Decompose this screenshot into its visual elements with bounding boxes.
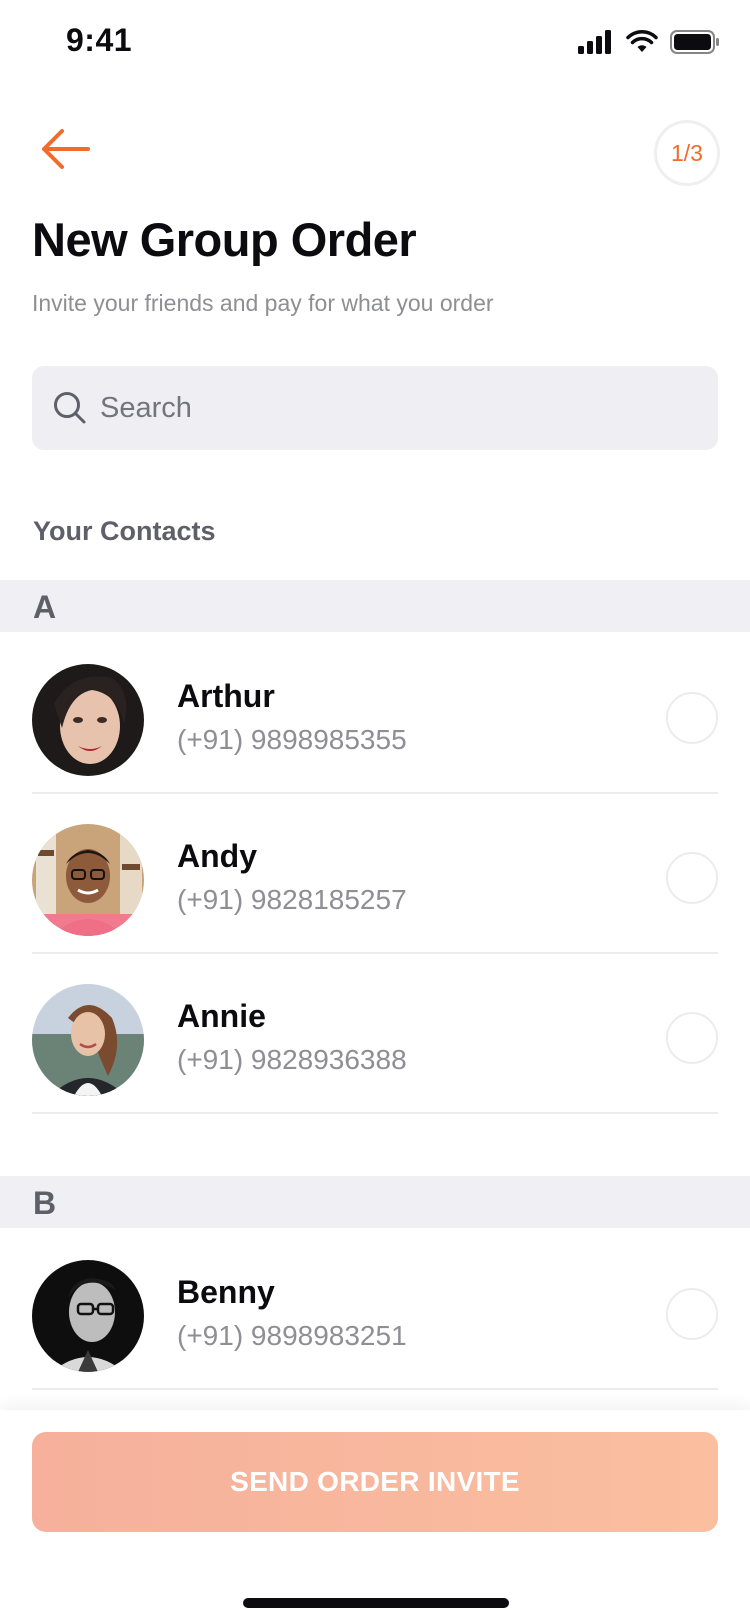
wifi-icon bbox=[626, 30, 658, 52]
contact-name: Andy bbox=[177, 838, 257, 874]
avatar bbox=[32, 984, 144, 1096]
search-input[interactable] bbox=[100, 366, 680, 450]
contacts-section-title: Your Contacts bbox=[33, 516, 216, 546]
cellular-signal-icon bbox=[578, 30, 611, 54]
group-header-b: B bbox=[0, 1176, 750, 1228]
avatar bbox=[32, 1260, 144, 1372]
contact-row-annie[interactable]: Annie (+91) 9828936388 bbox=[32, 952, 718, 1114]
search-box[interactable] bbox=[32, 366, 718, 450]
page-title: New Group Order bbox=[32, 213, 417, 266]
page-subtitle: Invite your friends and pay for what you… bbox=[32, 290, 494, 316]
group-letter: B bbox=[33, 1185, 57, 1221]
avatar bbox=[32, 824, 144, 936]
contact-phone: (+91) 9828936388 bbox=[177, 1044, 407, 1075]
select-radio[interactable] bbox=[666, 852, 718, 904]
step-indicator: 1/3 bbox=[654, 120, 720, 186]
back-button[interactable] bbox=[38, 126, 94, 172]
arrow-left-icon bbox=[42, 129, 90, 169]
contact-phone: (+91) 9898985355 bbox=[177, 724, 407, 755]
group-header-a: A bbox=[0, 580, 750, 632]
group-letter: A bbox=[33, 589, 57, 625]
battery-icon bbox=[670, 30, 719, 54]
contact-phone: (+91) 9898983251 bbox=[177, 1320, 407, 1351]
select-radio[interactable] bbox=[666, 692, 718, 744]
contact-row-benny[interactable]: Benny (+91) 9898983251 bbox=[32, 1228, 718, 1390]
contact-name: Annie bbox=[177, 998, 266, 1034]
bottom-action-panel: SEND ORDER INVITE bbox=[0, 1410, 750, 1624]
select-radio[interactable] bbox=[666, 1012, 718, 1064]
status-time: 9:41 bbox=[66, 22, 133, 58]
search-icon bbox=[54, 392, 86, 424]
contact-phone: (+91) 9828185257 bbox=[177, 884, 407, 915]
contact-name: Arthur bbox=[177, 678, 275, 714]
send-order-invite-button[interactable]: SEND ORDER INVITE bbox=[32, 1432, 718, 1532]
select-radio[interactable] bbox=[666, 1288, 718, 1340]
home-indicator[interactable] bbox=[243, 1598, 509, 1608]
status-bar: 9:41 bbox=[0, 0, 750, 92]
avatar bbox=[32, 664, 144, 776]
contact-name: Benny bbox=[177, 1274, 275, 1310]
contact-row-arthur[interactable]: Arthur (+91) 9898985355 bbox=[32, 632, 718, 794]
contact-row-andy[interactable]: Andy (+91) 9828185257 bbox=[32, 792, 718, 954]
status-icons bbox=[578, 30, 720, 54]
